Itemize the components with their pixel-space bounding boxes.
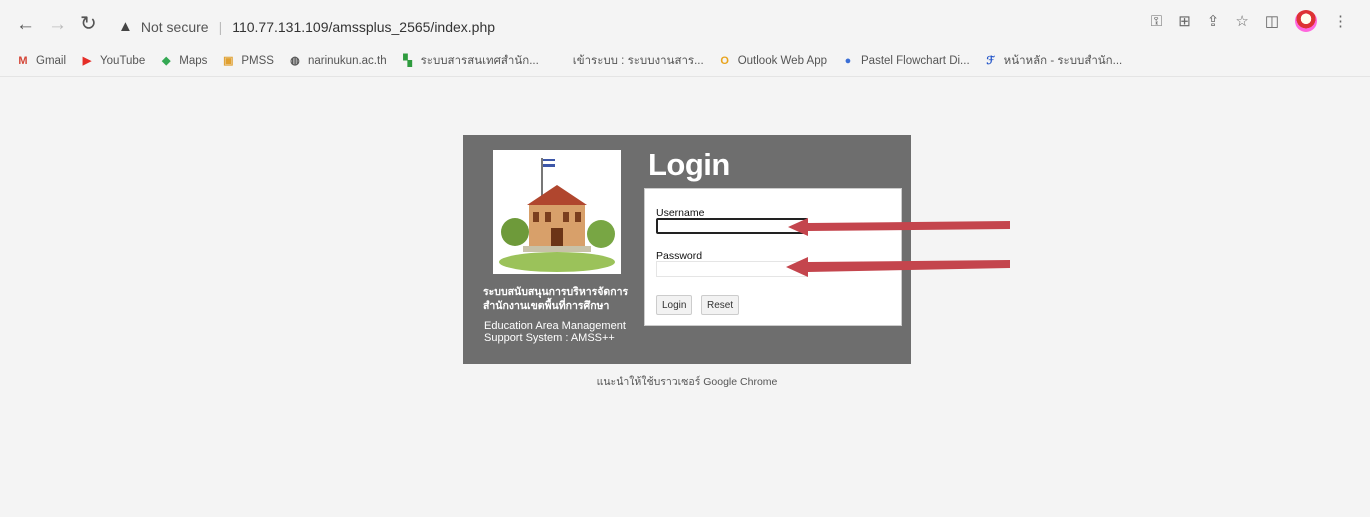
translate-icon[interactable]: ⊞ <box>1178 12 1191 30</box>
bookmark-label: Pastel Flowchart Di... <box>861 55 970 67</box>
pastel-icon: ● <box>844 55 852 67</box>
key-icon[interactable]: ⚿ <box>1151 13 1162 30</box>
blank-icon <box>553 54 567 68</box>
bookmark-label: เข้าระบบ : ระบบงานสาร... <box>572 55 704 67</box>
login-heading: Login <box>648 147 730 182</box>
login-button[interactable]: Login <box>656 295 693 315</box>
bookmark-item[interactable]: ▣ PMSS <box>221 54 274 68</box>
bookmark-label: Gmail <box>36 55 67 67</box>
bookmark-label: Maps <box>179 55 208 67</box>
side-panel-icon[interactable]: ◫ <box>1265 12 1279 30</box>
bookmark-item[interactable]: ▶ YouTube <box>80 54 145 68</box>
bookmark-item[interactable]: ℱ หน้าหลัก - ระบบสำนัก... <box>984 52 1123 70</box>
system-thai-title: ระบบสนับสนุนการบริหารจัดการ สำนักงานเขตพ… <box>483 286 629 312</box>
browser-recommendation-note: แนะนำให้ใช้บราวเซอร์ Google Chrome <box>596 376 778 388</box>
warning-icon[interactable]: ▲ <box>118 18 133 35</box>
username-arrow-icon <box>788 218 1010 236</box>
school-building-illustration <box>493 150 621 274</box>
bookmark-label: PMSS <box>241 55 274 67</box>
address-divider: | <box>218 18 223 35</box>
school-building-image <box>493 150 621 274</box>
bookmark-item[interactable]: ◍ narinukun.ac.th <box>288 54 387 68</box>
back-arrow-icon[interactable]: ← <box>16 15 35 34</box>
pmss-icon: ▣ <box>223 55 234 67</box>
bookmark-label: ระบบสารสนเทศสำนัก... <box>420 55 539 67</box>
bookmark-item[interactable]: ● Pastel Flowchart Di... <box>841 54 970 68</box>
gmail-icon: M <box>18 55 28 67</box>
maps-icon: ◆ <box>162 55 171 67</box>
reset-button[interactable]: Reset <box>701 295 740 315</box>
bookmark-label: Outlook Web App <box>737 55 827 67</box>
thai-site-icon: ▚ <box>403 55 412 67</box>
bookmark-label: narinukun.ac.th <box>307 55 387 67</box>
star-icon[interactable]: ☆ <box>1235 12 1248 30</box>
bookmark-item[interactable]: เข้าระบบ : ระบบงานสาร... <box>553 52 704 70</box>
youtube-icon: ▶ <box>82 55 92 67</box>
reload-icon[interactable]: ↻ <box>80 14 97 34</box>
address-bar[interactable]: ▲ Not secure | 110.77.131.109/amssplus_2… <box>118 18 495 35</box>
flag-icon: ℱ <box>986 55 995 67</box>
password-arrow-icon <box>786 257 1010 277</box>
bookmark-label: YouTube <box>100 55 146 67</box>
bookmark-label: หน้าหลัก - ระบบสำนัก... <box>1003 55 1123 67</box>
outlook-icon: O <box>720 55 729 67</box>
menu-kebab-icon[interactable]: ⋮ <box>1333 12 1348 30</box>
bookmark-item[interactable]: M Gmail <box>16 54 66 68</box>
share-icon[interactable]: ⇪ <box>1207 12 1220 30</box>
browser-toolbar: ← → ↻ ▲ Not secure | 110.77.131.109/amss… <box>0 0 1370 44</box>
bookmark-item[interactable]: ◆ Maps <box>159 54 207 68</box>
profile-avatar-icon[interactable] <box>1295 10 1317 32</box>
security-label[interactable]: Not secure <box>141 19 209 35</box>
forward-arrow-icon[interactable]: → <box>48 15 67 34</box>
bookmark-item[interactable]: ▚ ระบบสารสนเทศสำนัก... <box>401 52 539 70</box>
annotation-arrows <box>786 218 1010 277</box>
bookmarks-bar: M Gmail ▶ YouTube ◆ Maps ▣ PMSS ◍ narinukun.ac.th… <box>0 46 1370 77</box>
system-english-title: Education Area Management Support System… <box>484 320 626 344</box>
url-text[interactable]: 110.77.131.109/amssplus_2565/index.php <box>232 19 495 35</box>
bookmark-item[interactable]: O Outlook Web App <box>718 54 827 68</box>
globe-icon: ◍ <box>290 55 300 67</box>
toolbar-actions: ⚿ ⊞ ⇪ ☆ ◫ ⋮ <box>1151 10 1348 32</box>
